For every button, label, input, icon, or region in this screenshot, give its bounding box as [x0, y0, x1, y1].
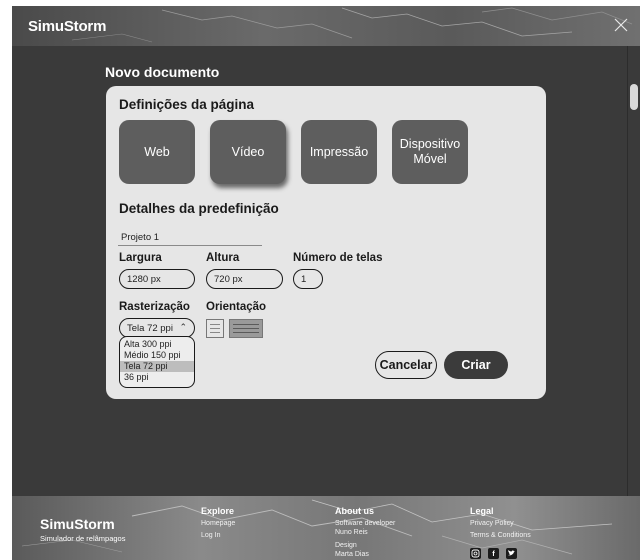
- orientation-label: Orientação: [206, 301, 267, 313]
- preset-video-button[interactable]: Vídeo: [210, 120, 286, 184]
- footer-about-title: About us: [335, 506, 374, 516]
- rasterization-label: Rasterização: [119, 301, 190, 313]
- preset-mobile-button[interactable]: Dispositivo Móvel: [392, 120, 468, 184]
- width-label: Largura: [119, 252, 162, 264]
- rasterization-selected-value: Tela 72 ppi: [127, 322, 173, 334]
- footer-tagline: Simulador de relâmpagos: [40, 534, 126, 543]
- orientation-portrait-icon[interactable]: [206, 319, 224, 338]
- footer-explore-title: Explore: [201, 506, 235, 516]
- footer-about-role: Design: [335, 542, 357, 549]
- twitter-icon[interactable]: [506, 548, 517, 559]
- rasterization-option[interactable]: Alta 300 ppi: [120, 339, 194, 350]
- footer-link-login[interactable]: Log In: [201, 532, 220, 539]
- page-settings-title: Definições da página: [119, 97, 255, 112]
- screens-label: Número de telas: [293, 252, 383, 264]
- new-document-dialog: Definições da página Web Vídeo Impressão…: [106, 86, 546, 399]
- footer-link-terms[interactable]: Terms & Conditions: [470, 532, 531, 539]
- rasterization-dropdown: Alta 300 ppi Médio 150 ppi Tela 72 ppi 3…: [119, 336, 195, 388]
- rasterization-option[interactable]: 36 ppi: [120, 372, 194, 383]
- app-logo: SimuStorm: [28, 18, 107, 35]
- scrollbar[interactable]: [627, 46, 640, 496]
- header-bar: SimuStorm: [12, 6, 640, 46]
- footer-about-name: Marta Dias: [335, 551, 369, 558]
- footer-about-role: Software developer: [335, 520, 396, 527]
- preset-web-button[interactable]: Web: [119, 120, 195, 184]
- close-icon[interactable]: [612, 16, 630, 34]
- width-input[interactable]: 1280 px: [119, 269, 195, 289]
- height-label: Altura: [206, 252, 240, 264]
- rasterization-select[interactable]: Tela 72 ppi ⌃: [119, 318, 195, 338]
- screens-input[interactable]: 1: [293, 269, 323, 289]
- create-button[interactable]: Criar: [444, 351, 508, 379]
- preset-print-button[interactable]: Impressão: [301, 120, 377, 184]
- footer-about-name: Nuno Reis: [335, 529, 368, 536]
- height-input[interactable]: 720 px: [206, 269, 283, 289]
- facebook-icon[interactable]: f: [488, 548, 499, 559]
- chevron-up-icon: ⌃: [179, 322, 187, 332]
- footer-legal-title: Legal: [470, 506, 494, 516]
- rasterization-option-selected[interactable]: Tela 72 ppi: [120, 361, 194, 372]
- preset-name-input[interactable]: Projeto 1: [118, 232, 262, 246]
- page-title: Novo documento: [105, 64, 220, 80]
- footer: SimuStorm Simulador de relâmpagos Explor…: [12, 496, 640, 560]
- preset-details-title: Detalhes da predefinição: [119, 201, 279, 216]
- cancel-button[interactable]: Cancelar: [375, 351, 437, 379]
- footer-logo: SimuStorm: [40, 516, 115, 532]
- instagram-icon[interactable]: [470, 548, 481, 559]
- app-window: SimuStorm Novo documento Definições da p…: [12, 6, 640, 560]
- rasterization-option[interactable]: Médio 150 ppi: [120, 350, 194, 361]
- footer-link-privacy[interactable]: Privacy Policy: [470, 520, 514, 527]
- footer-link-homepage[interactable]: Homepage: [201, 520, 235, 527]
- scrollbar-thumb[interactable]: [630, 84, 638, 110]
- orientation-landscape-icon[interactable]: [229, 319, 263, 338]
